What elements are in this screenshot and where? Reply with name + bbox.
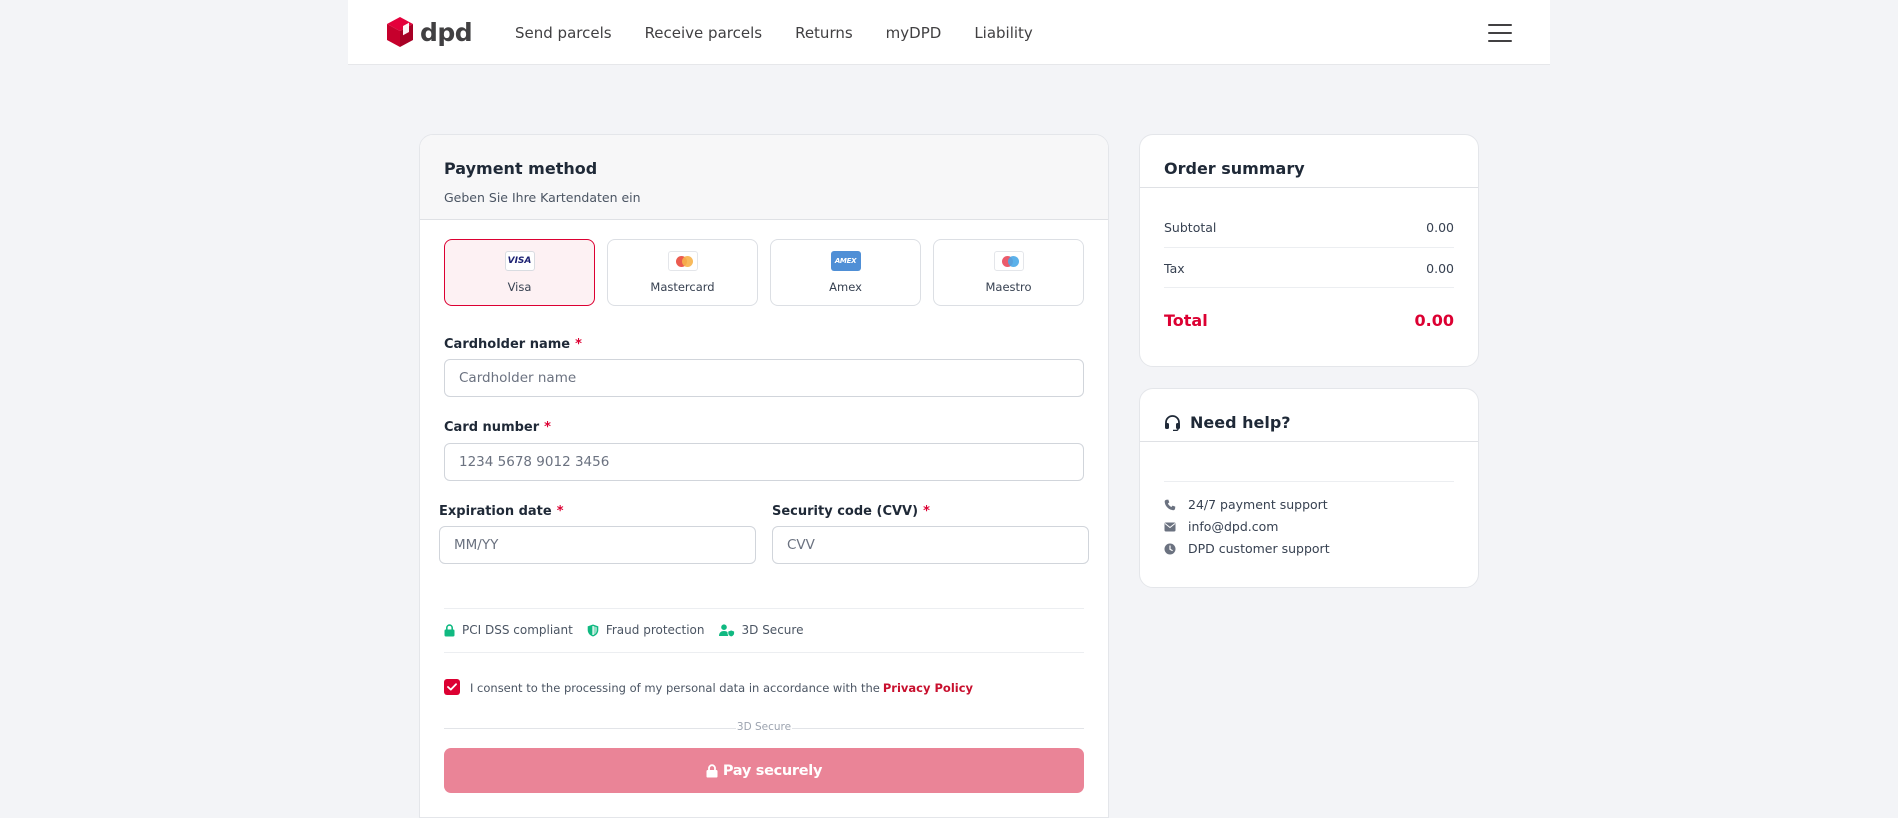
- cardholder-label-text: Cardholder name: [444, 337, 571, 352]
- divider: [444, 652, 1084, 653]
- user-shield-icon: [718, 623, 735, 637]
- badge-label: PCI DSS compliant: [462, 623, 573, 637]
- consent-row: I consent to the processing of my person…: [444, 677, 973, 696]
- order-summary-card: Order summary Subtotal 0.00 Tax 0.00 Tot…: [1139, 134, 1479, 367]
- nav-mydpd[interactable]: myDPD: [886, 24, 942, 42]
- main-nav: Send parcels Receive parcels Returns myD…: [515, 0, 1033, 65]
- lock-icon: [444, 623, 455, 636]
- subtotal-row: Subtotal 0.00: [1164, 220, 1454, 235]
- help-item-label: 24/7 payment support: [1188, 497, 1328, 512]
- cvv-input[interactable]: [772, 526, 1089, 564]
- envelope-icon: [1164, 522, 1176, 531]
- method-label: Maestro: [985, 280, 1032, 294]
- subtotal-value: 0.00: [1426, 220, 1454, 235]
- tax-value: 0.00: [1426, 261, 1454, 276]
- clock-icon: [1164, 543, 1176, 554]
- nav-send-parcels[interactable]: Send parcels: [515, 24, 612, 42]
- required-mark: *: [575, 337, 582, 352]
- total-value: 0.00: [1414, 311, 1454, 330]
- badge-pci: PCI DSS compliant: [444, 623, 573, 637]
- security-badges: PCI DSS compliant Fraud protection 3D Se…: [444, 623, 803, 637]
- secure-separator: 3D Secure: [444, 721, 1084, 735]
- maestro-icon: [993, 251, 1024, 271]
- payment-methods: VISA Visa Mastercard AMEX Amex Maestro: [444, 239, 1084, 306]
- card-number-label: Card number *: [444, 420, 551, 435]
- tax-row: Tax 0.00: [1164, 261, 1454, 276]
- total-label: Total: [1164, 311, 1208, 330]
- divider: [1164, 287, 1454, 288]
- hamburger-menu-icon[interactable]: [1488, 24, 1512, 44]
- expiry-label: Expiration date *: [439, 504, 564, 519]
- need-help-title: Need help?: [1190, 413, 1291, 432]
- badge-label: Fraud protection: [605, 623, 705, 637]
- required-mark: *: [556, 504, 564, 519]
- help-list: 24/7 payment support info@dpd.com DPD cu…: [1164, 497, 1330, 556]
- cardholder-input[interactable]: [444, 359, 1084, 397]
- top-header: dpd Send parcels Receive parcels Returns…: [348, 0, 1550, 65]
- required-mark: *: [544, 420, 551, 435]
- expiry-label-text: Expiration date: [439, 504, 552, 519]
- cvv-label-text: Security code (CVV): [772, 504, 919, 519]
- badge-fraud: Fraud protection: [587, 623, 705, 637]
- badge-label: 3D Secure: [741, 623, 804, 637]
- separator-text: 3D Secure: [736, 721, 792, 733]
- pay-button-label: Pay securely: [722, 762, 823, 779]
- dpd-cube-icon: [387, 17, 413, 47]
- method-label: Amex: [829, 280, 862, 294]
- payment-card: Payment method Geben Sie Ihre Kartendate…: [419, 134, 1109, 818]
- privacy-policy-link[interactable]: Privacy Policy: [883, 681, 973, 695]
- payment-title: Payment method: [444, 159, 598, 178]
- visa-icon: VISA: [504, 251, 535, 271]
- total-row: Total 0.00: [1164, 311, 1454, 330]
- need-help-header: Need help?: [1140, 389, 1478, 442]
- method-maestro[interactable]: Maestro: [933, 239, 1084, 306]
- help-item-label: info@dpd.com: [1188, 519, 1279, 534]
- dpd-logo[interactable]: dpd: [386, 16, 473, 48]
- method-label: Visa: [507, 280, 532, 294]
- pay-securely-button[interactable]: Pay securely: [444, 748, 1084, 793]
- check-icon: [447, 682, 457, 690]
- payment-header: Payment method Geben Sie Ihre Kartendate…: [420, 135, 1108, 220]
- headset-icon: [1165, 415, 1180, 431]
- nav-liability[interactable]: Liability: [974, 24, 1033, 42]
- method-mastercard[interactable]: Mastercard: [607, 239, 758, 306]
- divider: [1164, 481, 1454, 482]
- expiry-input[interactable]: [439, 526, 756, 564]
- logo-text: dpd: [420, 17, 473, 47]
- card-number-input[interactable]: [444, 443, 1084, 481]
- divider: [1164, 247, 1454, 248]
- required-mark: *: [923, 504, 930, 519]
- shield-icon: [587, 624, 599, 636]
- consent-text: I consent to the processing of my person…: [470, 681, 880, 695]
- mastercard-icon: [667, 251, 698, 271]
- card-number-label-text: Card number: [444, 420, 540, 435]
- order-summary-title: Order summary: [1140, 135, 1478, 188]
- method-label: Mastercard: [650, 280, 715, 294]
- consent-checkbox[interactable]: [444, 678, 460, 695]
- lock-icon: [706, 763, 718, 777]
- nav-returns[interactable]: Returns: [795, 24, 853, 42]
- method-visa[interactable]: VISA Visa: [444, 239, 595, 306]
- tax-label: Tax: [1164, 261, 1185, 276]
- cardholder-label: Cardholder name *: [444, 337, 582, 352]
- need-help-card: Need help? 24/7 payment support info@dpd…: [1139, 388, 1479, 588]
- divider: [444, 608, 1084, 609]
- help-item-support[interactable]: DPD customer support: [1164, 541, 1330, 556]
- amex-icon: AMEX: [830, 251, 861, 271]
- payment-subtitle: Geben Sie Ihre Kartendaten ein: [444, 190, 641, 205]
- nav-receive-parcels[interactable]: Receive parcels: [645, 24, 763, 42]
- badge-3d-secure: 3D Secure: [718, 623, 804, 637]
- help-item-label: DPD customer support: [1188, 541, 1330, 556]
- cvv-label: Security code (CVV) *: [772, 504, 930, 519]
- help-item-email[interactable]: info@dpd.com: [1164, 519, 1330, 534]
- phone-icon: [1164, 499, 1176, 510]
- subtotal-label: Subtotal: [1164, 220, 1217, 235]
- method-amex[interactable]: AMEX Amex: [770, 239, 921, 306]
- help-item-phone[interactable]: 24/7 payment support: [1164, 497, 1330, 512]
